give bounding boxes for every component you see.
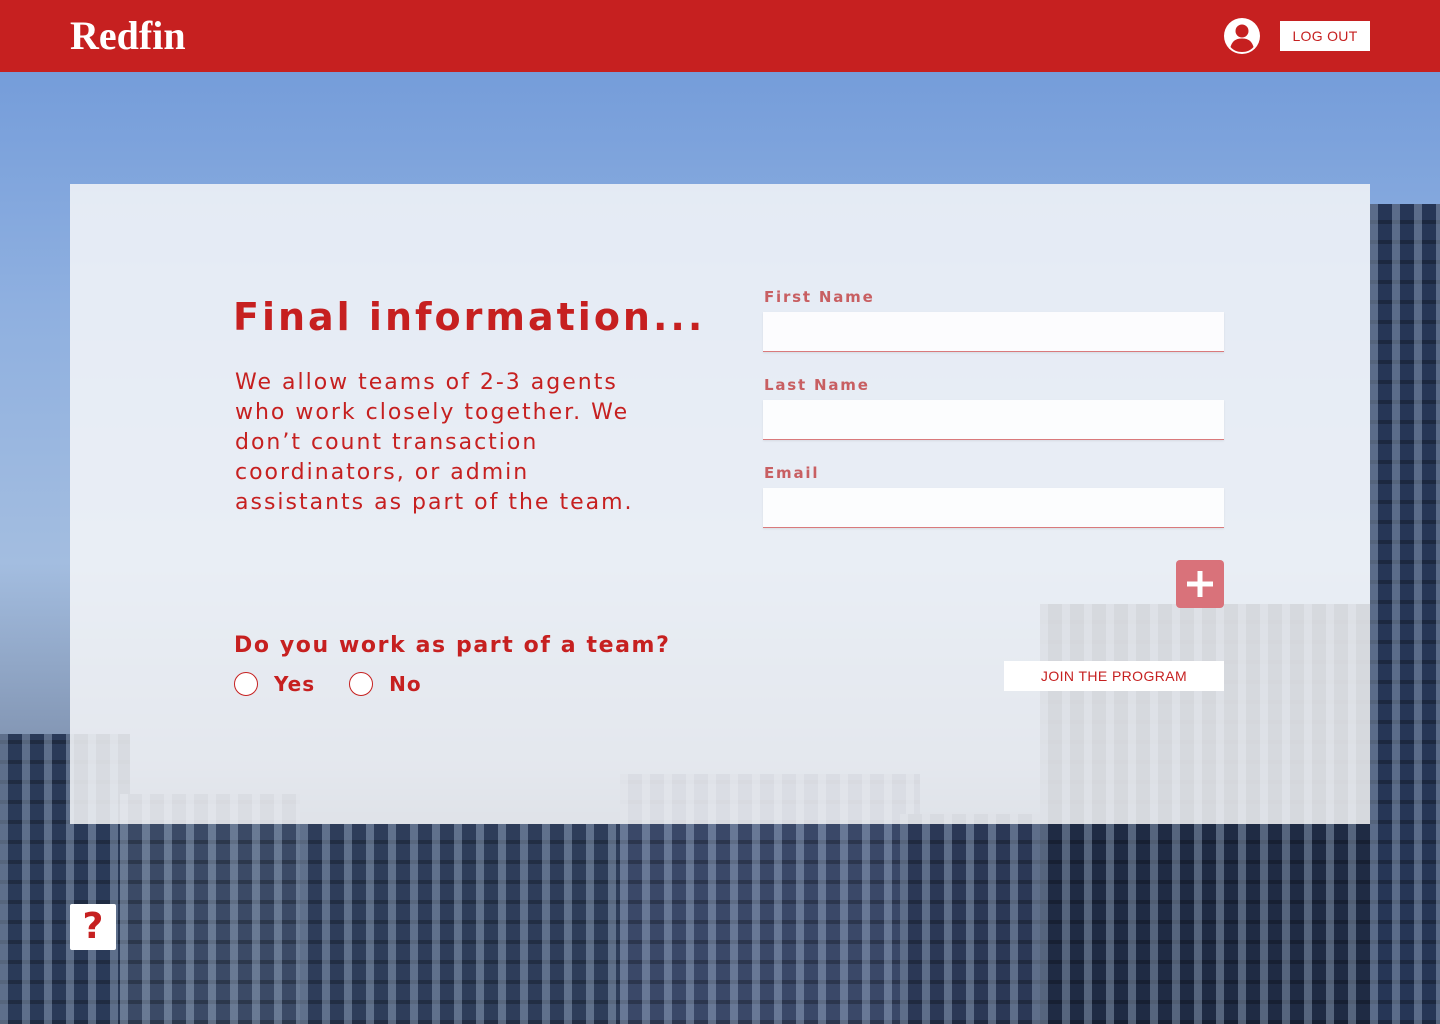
radio-no-circle[interactable]	[349, 672, 374, 696]
first-name-field[interactable]	[763, 312, 1224, 352]
page-title: Final information...	[233, 295, 706, 339]
background-building	[900, 814, 1060, 1024]
team-question: Do you work as part of a team?	[234, 633, 671, 658]
first-name-label: First Name	[764, 288, 875, 306]
radio-option-yes[interactable]: Yes	[234, 672, 315, 696]
user-avatar-icon[interactable]	[1222, 16, 1262, 56]
radio-yes-circle[interactable]	[234, 672, 258, 696]
user-circle-icon	[1224, 18, 1260, 54]
email-field[interactable]	[763, 488, 1224, 528]
radio-yes-label: Yes	[274, 672, 316, 696]
final-information-card: Final information... We allow teams of 2…	[70, 184, 1370, 824]
team-radio-group: Yes No	[234, 672, 456, 696]
help-button[interactable]: ?	[70, 904, 116, 950]
background-building	[1370, 204, 1440, 1024]
redfin-logo[interactable]: Redfin	[70, 14, 186, 58]
add-team-member-button[interactable]	[1176, 560, 1224, 608]
top-navigation-bar: Redfin LOG OUT	[0, 0, 1440, 72]
radio-no-label: No	[389, 672, 422, 696]
logout-button[interactable]: LOG OUT	[1280, 21, 1370, 51]
plus-icon	[1187, 571, 1213, 597]
radio-option-no[interactable]: No	[349, 672, 421, 696]
email-label: Email	[764, 464, 820, 482]
team-policy-description: We allow teams of 2-3 agents who work cl…	[235, 370, 634, 515]
background-building	[120, 794, 300, 1024]
join-program-button[interactable]: JOIN THE PROGRAM	[1004, 661, 1224, 691]
background-building	[300, 824, 630, 1024]
last-name-field[interactable]	[763, 400, 1224, 440]
last-name-label: Last Name	[764, 376, 870, 394]
